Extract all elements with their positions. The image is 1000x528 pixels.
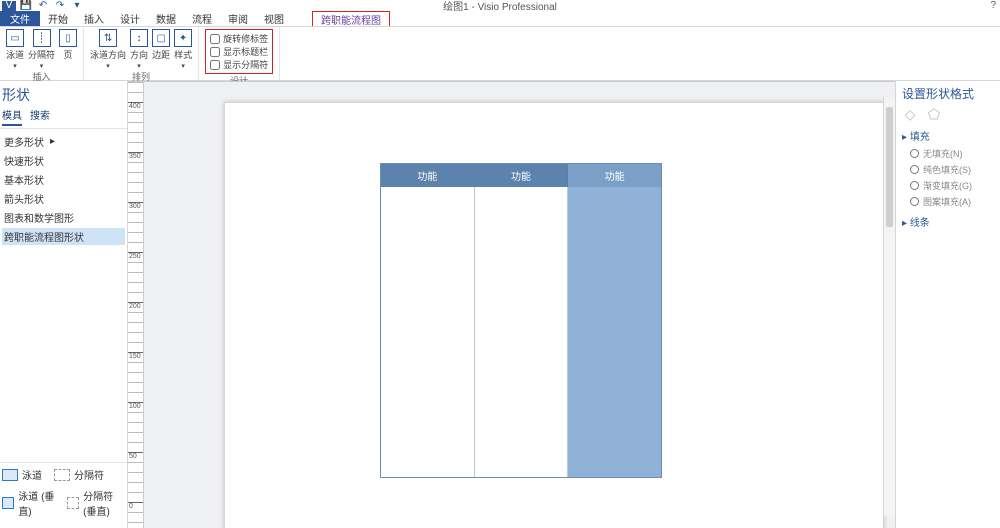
effects-tab-icon[interactable]: ⬠ bbox=[926, 106, 942, 122]
insert-separator-button[interactable]: ┊ 分隔符 ▾ bbox=[28, 29, 55, 70]
swimlane-container[interactable]: 功能 功能 功能 bbox=[380, 163, 662, 478]
tab-review[interactable]: 审阅 bbox=[220, 11, 256, 26]
rotate-labels-check[interactable]: 旋转修标签 bbox=[210, 32, 268, 45]
more-shapes-item[interactable]: 更多形状 ▸ bbox=[2, 133, 125, 150]
shapes-pane-title: 形状 bbox=[0, 81, 127, 105]
stencil-separator-vertical[interactable]: 分隔符(垂直) bbox=[67, 488, 125, 518]
swimlane-lane-3-selected[interactable] bbox=[568, 187, 661, 477]
tab-design[interactable]: 设计 bbox=[112, 11, 148, 26]
tab-view[interactable]: 视图 bbox=[256, 11, 292, 26]
vertical-scrollbar[interactable] bbox=[883, 97, 895, 516]
tab-insert[interactable]: 插入 bbox=[76, 11, 112, 26]
qat-save-icon[interactable]: 💾 bbox=[19, 1, 33, 11]
swimlane-shape-icon bbox=[2, 469, 18, 481]
swimlane-lane-2[interactable] bbox=[475, 187, 569, 477]
tab-data[interactable]: 数据 bbox=[148, 11, 184, 26]
page: 功能 功能 功能 bbox=[224, 102, 884, 528]
fill-line-tab-icon[interactable]: ◇ bbox=[902, 106, 918, 122]
chevron-down-icon: ▾ bbox=[106, 62, 110, 70]
category-item-selected[interactable]: 跨职能流程图形状 bbox=[2, 228, 125, 245]
tab-cross-functional[interactable]: 跨职能流程图 bbox=[312, 11, 390, 26]
category-item[interactable]: 图表和数学图形 bbox=[2, 209, 125, 226]
help-icon[interactable]: ? bbox=[990, 0, 996, 11]
chevron-down-icon: ▾ bbox=[181, 62, 185, 70]
swimlane-direction-button[interactable]: ⇅ 泳道方向 ▾ bbox=[90, 29, 126, 70]
category-item[interactable]: 基本形状 bbox=[2, 171, 125, 188]
group-label-insert: 插入 bbox=[6, 70, 77, 83]
insert-page-button[interactable]: ▯ 页 bbox=[59, 29, 77, 61]
separator-shape-icon bbox=[54, 469, 70, 481]
margins-icon: ▢ bbox=[152, 29, 170, 47]
swimlane-v-shape-icon bbox=[2, 497, 14, 509]
chevron-right-icon: ▸ bbox=[50, 136, 55, 147]
category-item[interactable]: 快速形状 bbox=[2, 152, 125, 169]
chevron-down-icon: ▾ bbox=[13, 62, 17, 70]
chevron-down-icon: ▾ bbox=[40, 62, 44, 70]
fill-option-none[interactable]: 无填充(N) bbox=[910, 147, 994, 160]
show-separators-check[interactable]: 显示分隔符 bbox=[210, 58, 268, 71]
format-pane-title: 设置形状格式 bbox=[902, 85, 994, 102]
separator-icon: ┊ bbox=[33, 29, 51, 47]
style-button[interactable]: ✦ 样式 ▾ bbox=[174, 29, 192, 70]
category-item[interactable]: 箭头形状 bbox=[2, 190, 125, 207]
section-fill[interactable]: ▸ 填充 bbox=[902, 128, 994, 143]
qat-customize-icon[interactable]: ▾ bbox=[70, 1, 84, 11]
shapes-tab-stencil[interactable]: 模具 bbox=[2, 107, 22, 126]
direction-button[interactable]: ↕ 方向 ▾ bbox=[130, 29, 148, 70]
chevron-down-icon: ▾ bbox=[137, 62, 141, 70]
tab-process[interactable]: 流程 bbox=[184, 11, 220, 26]
drawing-surface[interactable]: 功能 功能 功能 bbox=[144, 82, 895, 528]
shapes-pane: 形状 模具 搜索 更多形状 ▸ 快速形状 基本形状 箭头形状 图表和数学图形 跨… bbox=[0, 81, 128, 528]
insert-swimlane-button[interactable]: ▭ 泳道 ▾ bbox=[6, 29, 24, 70]
format-shape-pane: 设置形状格式 ◇ ⬠ ▸ 填充 无填充(N) 纯色填充(S) 渐变填充(G) 图… bbox=[895, 81, 1000, 528]
section-line[interactable]: ▸ 线条 bbox=[902, 214, 994, 229]
margins-button[interactable]: ▢ 边距 bbox=[152, 29, 170, 61]
swimlane-header-3[interactable]: 功能 bbox=[568, 164, 661, 187]
fill-option-solid[interactable]: 纯色填充(S) bbox=[910, 163, 994, 176]
swimlane-icon: ▭ bbox=[6, 29, 24, 47]
page-icon: ▯ bbox=[59, 29, 77, 47]
fill-option-gradient[interactable]: 渐变填充(G) bbox=[910, 179, 994, 192]
swimlane-header-1[interactable]: 功能 bbox=[381, 164, 475, 187]
stencil-separator[interactable]: 分隔符 bbox=[54, 467, 104, 482]
swimlane-header-2[interactable]: 功能 bbox=[475, 164, 569, 187]
stencil-swimlane[interactable]: 泳道 bbox=[2, 467, 42, 482]
vertical-ruler: 400350300250200150100500 bbox=[128, 82, 144, 528]
tab-file[interactable]: 文件 bbox=[0, 11, 40, 26]
direction-icon: ⇅ bbox=[99, 29, 117, 47]
style-icon: ✦ bbox=[174, 29, 192, 47]
show-titlebar-check[interactable]: 显示标题栏 bbox=[210, 45, 268, 58]
fill-option-pattern[interactable]: 图案填充(A) bbox=[910, 195, 994, 208]
qat-redo-icon[interactable]: ↷ bbox=[53, 1, 67, 11]
swimlane-lane-1[interactable] bbox=[381, 187, 475, 477]
document-title: 绘图1 - Visio Professional bbox=[443, 0, 557, 13]
stencil-swimlane-vertical[interactable]: 泳道 (垂直) bbox=[2, 488, 55, 518]
separator-v-shape-icon bbox=[67, 497, 79, 509]
tab-home[interactable]: 开始 bbox=[40, 11, 76, 26]
canvas-area: 0501001502002503003504004505005506006507… bbox=[128, 81, 895, 528]
app-icon: V bbox=[2, 1, 16, 11]
qat-undo-icon[interactable]: ↶ bbox=[36, 1, 50, 11]
arrow-icon: ↕ bbox=[130, 29, 148, 47]
shapes-tab-search[interactable]: 搜索 bbox=[30, 107, 50, 126]
